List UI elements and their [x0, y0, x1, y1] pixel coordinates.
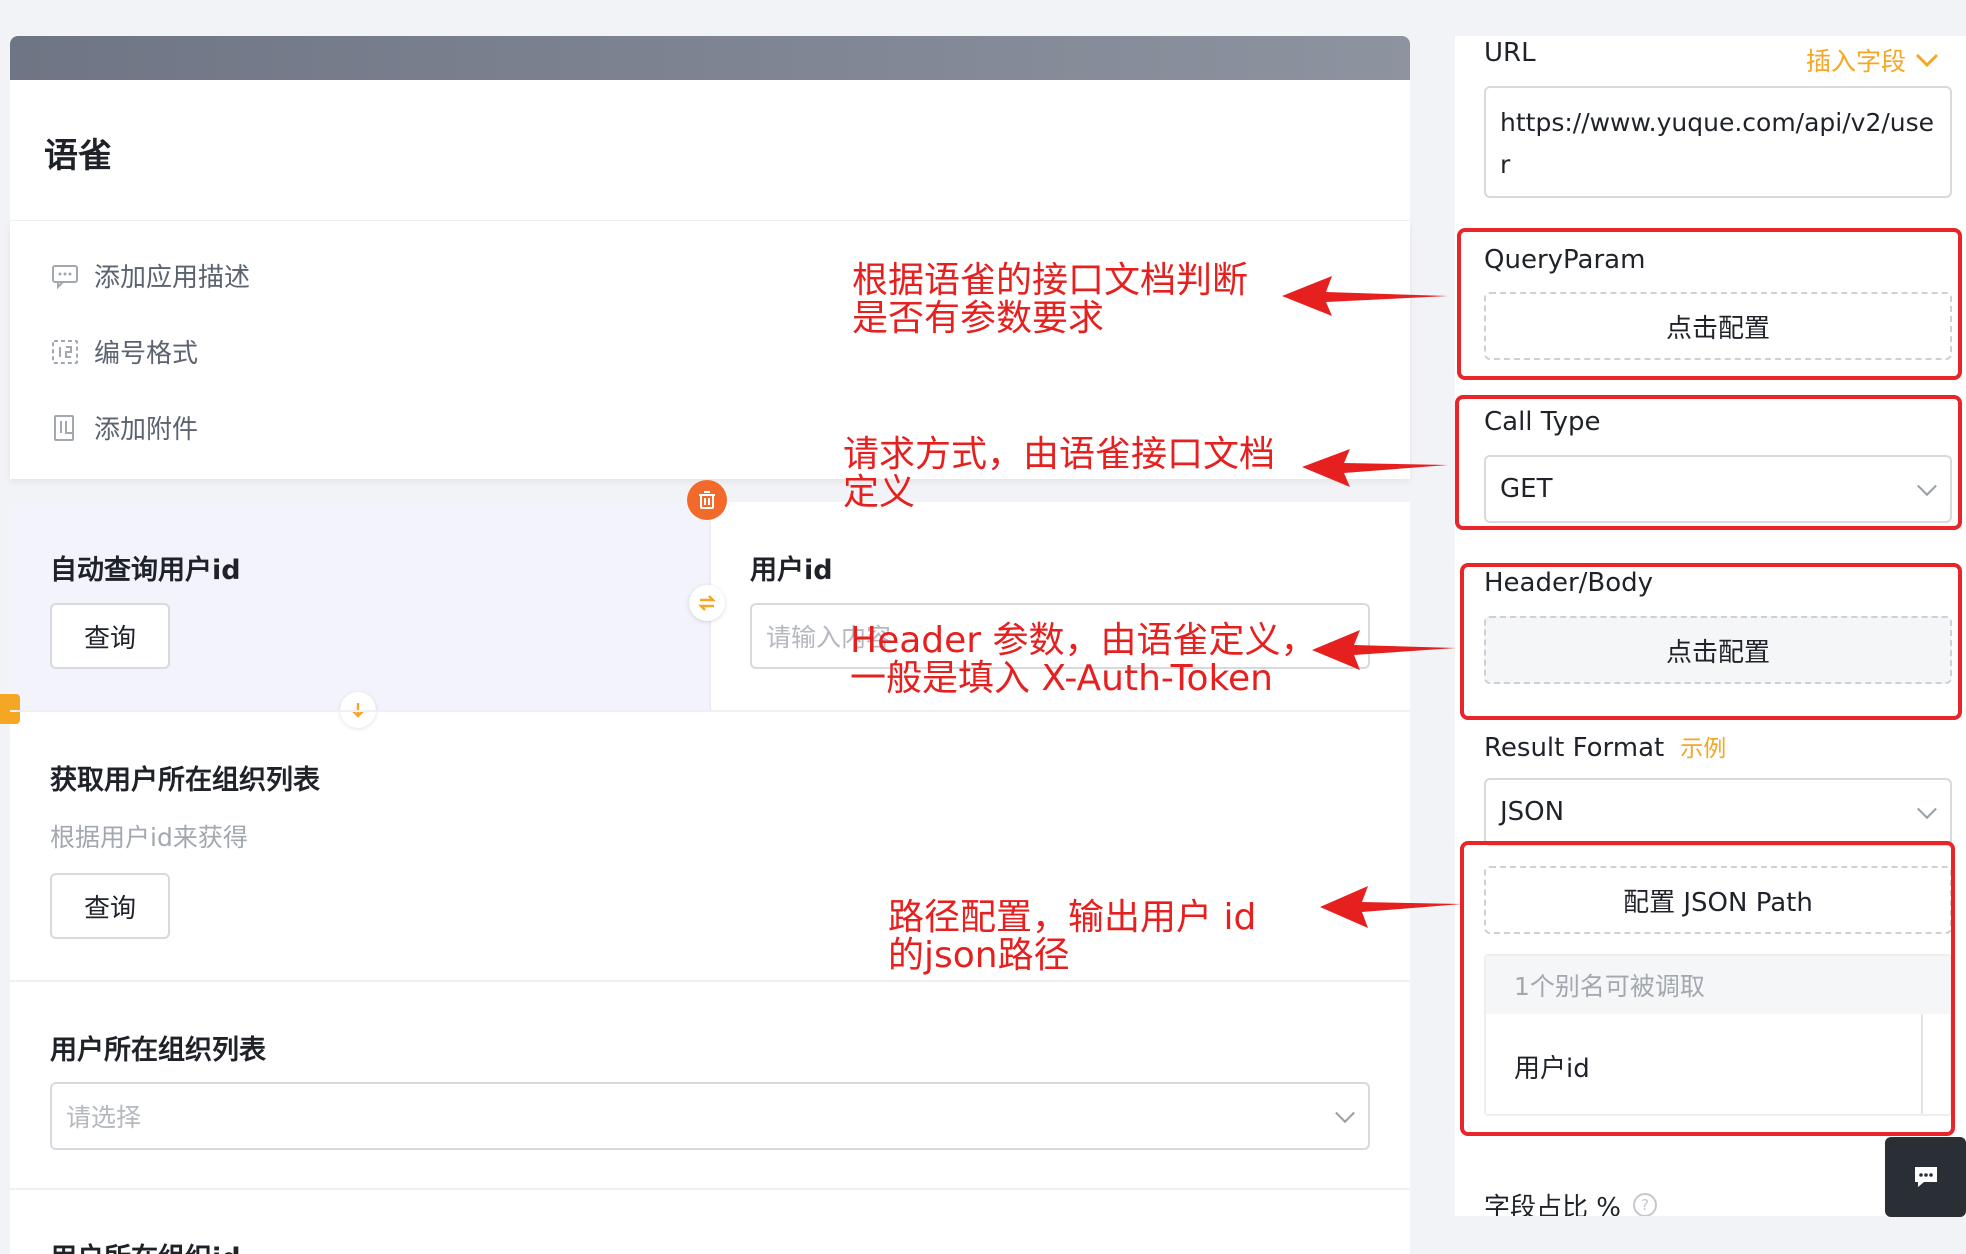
annotation-arrow — [1302, 449, 1448, 487]
auto-query-button[interactable]: 查询 — [50, 603, 170, 669]
annotation-arrow — [1282, 276, 1448, 316]
query-param-highlight — [1457, 228, 1962, 380]
add-attachment-item[interactable]: 添加附件 — [50, 409, 198, 446]
chevron-down-icon — [1917, 799, 1937, 820]
json-path-highlight — [1460, 841, 1955, 1136]
annotation-arrow — [1312, 630, 1456, 670]
annotation-json-path: 路径配置，输出用户 id 的json路径 — [888, 899, 1256, 975]
org-list-select-title: 用户所在组织列表 — [50, 1035, 266, 1066]
annotation-line: 的json路径 — [888, 935, 1070, 976]
org-list-query-subtitle: 根据用户id来获得 — [50, 823, 248, 852]
result-format-label: Result Format — [1484, 733, 1665, 763]
delete-icon[interactable] — [687, 480, 727, 520]
app-title[interactable]: 语雀 — [44, 128, 112, 177]
annotation-line: 路径配置，输出用户 id — [888, 897, 1257, 938]
chevron-down-icon — [1915, 53, 1939, 68]
chat-button[interactable] — [1885, 1137, 1966, 1217]
attachment-icon — [54, 414, 74, 441]
org-list-query-button[interactable]: 查询 — [50, 873, 170, 939]
result-format-select[interactable]: JSON — [1484, 778, 1952, 846]
annotation-header-body: Header 参数，由语雀定义， 一般是填入 X-Auth-Token — [850, 622, 1317, 698]
divider — [10, 710, 1410, 712]
swap-icon[interactable] — [689, 585, 725, 621]
annotation-query-param: 根据语雀的接口文档判断 是否有参数要求 — [852, 262, 1248, 338]
annotation-arrow — [1320, 886, 1462, 928]
org-id-title: 用户所在组织id — [50, 1236, 241, 1254]
annotation-line: 是否有参数要求 — [852, 298, 1105, 339]
meta-item-label: 添加应用描述 — [94, 263, 251, 293]
url-textarea[interactable]: https://www.yuque.com/api/v2/user — [1484, 86, 1952, 198]
example-link[interactable]: 示例 — [1680, 729, 1726, 763]
insert-field-button[interactable]: 插入字段 — [1806, 42, 1940, 78]
annotation-line: 根据语雀的接口文档判断 — [852, 260, 1249, 301]
title-card — [10, 80, 1410, 220]
url-label: URL — [1484, 38, 1536, 68]
chevron-down-icon — [1335, 1103, 1355, 1124]
annotation-line: Header 参数，由语雀定义， — [850, 620, 1317, 661]
add-description-item[interactable]: 添加应用描述 — [50, 257, 250, 294]
annotation-line: 请求方式，由语雀接口文档 — [843, 434, 1276, 475]
panel-bottom — [1455, 1216, 1966, 1254]
divider — [10, 1188, 1410, 1190]
org-list-select[interactable]: 请选择 — [50, 1082, 1370, 1150]
result-format-value: JSON — [1500, 797, 1565, 827]
app-header-bar — [10, 36, 1410, 80]
call-type-highlight — [1455, 395, 1962, 530]
number-format-icon — [52, 339, 78, 364]
meta-item-label: 添加附件 — [94, 415, 199, 445]
annotation-line: 定义 — [843, 472, 916, 513]
annotation-call-type: 请求方式，由语雀接口文档 定义 — [843, 436, 1275, 512]
chat-icon — [1914, 1167, 1937, 1187]
insert-field-label: 插入字段 — [1806, 47, 1907, 76]
user-id-title: 用户id — [750, 555, 833, 586]
number-format-item[interactable]: 编号格式 — [50, 333, 198, 370]
auto-query-title: 自动查询用户id — [50, 555, 241, 586]
org-list-query-title: 获取用户所在组织列表 — [50, 765, 320, 796]
header-body-highlight — [1460, 563, 1962, 720]
annotation-line: 一般是填入 X-Auth-Token — [850, 658, 1274, 699]
help-icon[interactable]: ? — [1632, 1193, 1657, 1217]
select-placeholder: 请选择 — [66, 1103, 142, 1132]
meta-item-label: 编号格式 — [94, 339, 199, 369]
result-format-row: Result Format 示例 — [1484, 729, 1726, 763]
divider — [10, 980, 1410, 982]
comment-icon — [52, 264, 78, 289]
note-icon[interactable] — [0, 694, 20, 724]
